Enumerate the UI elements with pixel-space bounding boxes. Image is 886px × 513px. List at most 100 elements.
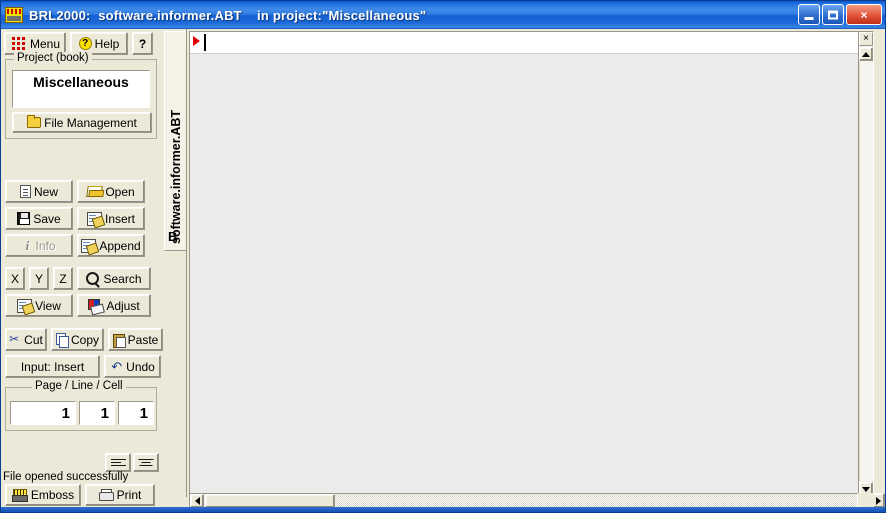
nav-row-view-adjust: View Adjust (5, 294, 151, 317)
document-header-line (190, 32, 871, 54)
cell-field[interactable]: 1 (118, 401, 154, 425)
project-group-box: Project (book) Miscellaneous File Manage… (5, 52, 157, 139)
position-group-legend: Page / Line / Cell (32, 380, 126, 392)
window-title: BRL2000: software.informer.ABT in projec… (29, 7, 427, 23)
document-tab-label: software.informer.ABT (169, 109, 183, 244)
file-row-new-open: New Open (5, 180, 145, 203)
input-mode-button[interactable]: Input: Insert (5, 355, 100, 378)
view-document-icon (17, 298, 33, 313)
document-tab-marker: B (168, 229, 178, 244)
output-row: Emboss Print (5, 484, 155, 506)
paste-button-label: Paste (127, 332, 159, 347)
horizontal-scroll-thumb[interactable] (205, 494, 335, 508)
edit-row-clipboard: ✂ Cut Copy Paste (5, 328, 163, 351)
emboss-button[interactable]: Emboss (5, 484, 81, 506)
adjust-button[interactable]: Adjust (77, 294, 151, 317)
whats-this-button[interactable]: ? (132, 32, 153, 55)
align-left-button[interactable] (105, 453, 131, 472)
append-button-label: Append (99, 238, 141, 253)
question-circle-icon: ? (78, 37, 92, 50)
align-center-button[interactable] (133, 453, 159, 472)
info-button[interactable]: i Info (5, 234, 73, 257)
window-controls: × (798, 4, 882, 25)
document-tab-strip: software.informer.ABT B (163, 29, 187, 497)
file-row-save-insert: Save Insert (5, 207, 145, 230)
y-button[interactable]: Y (29, 267, 49, 290)
arrow-left-icon (194, 497, 200, 505)
undo-button[interactable]: ↶ Undo (104, 355, 161, 378)
position-fields: 1 1 1 (10, 401, 154, 425)
undo-button-label: Undo (126, 359, 155, 374)
adjust-palette-icon (88, 298, 103, 313)
arrow-right-icon (875, 496, 881, 505)
undo-arrow-icon: ↶ (111, 358, 123, 374)
position-group-box: Page / Line / Cell 1 1 1 (5, 380, 157, 431)
maximize-button[interactable] (822, 4, 844, 25)
folder-open-icon (86, 186, 104, 197)
title-bar: BRL2000: software.informer.ABT in projec… (1, 1, 885, 29)
document-area[interactable] (189, 31, 872, 497)
insert-button[interactable]: Insert (77, 207, 145, 230)
vertical-scrollbar[interactable]: × (858, 31, 874, 497)
document-icon (19, 185, 31, 198)
status-message: File opened successfully (3, 471, 129, 483)
copy-button[interactable]: Copy (51, 328, 104, 351)
append-button[interactable]: Append (77, 234, 145, 257)
project-name-field: Miscellaneous (12, 70, 150, 108)
emboss-button-label: Emboss (30, 488, 75, 502)
magnifier-icon (86, 271, 100, 286)
paste-button[interactable]: Paste (108, 328, 163, 351)
document-body[interactable] (190, 54, 871, 496)
copy-button-label: Copy (70, 332, 99, 347)
alignment-toolbar (105, 453, 159, 472)
vertical-scroll-track[interactable] (859, 62, 873, 481)
info-button-label: Info (35, 238, 56, 253)
menu-button-label: Menu (29, 36, 61, 51)
close-document-icon[interactable]: × (859, 32, 873, 46)
view-button[interactable]: View (5, 294, 73, 317)
print-button[interactable]: Print (85, 484, 155, 506)
window-bottom-border (1, 507, 885, 512)
info-italic-icon: i (25, 237, 30, 253)
close-icon: × (860, 7, 868, 22)
left-control-panel: Menu ? Help ? Project (book) Miscellaneo… (1, 29, 163, 512)
open-button[interactable]: Open (77, 180, 145, 203)
nav-row-xyz-search: X Y Z Search (5, 267, 151, 290)
close-button[interactable]: × (846, 4, 882, 25)
new-button-label: New (33, 184, 58, 199)
app-icon (5, 7, 23, 23)
page-field[interactable]: 1 (10, 401, 76, 425)
arrow-up-icon (862, 51, 870, 57)
adjust-button-label: Adjust (106, 298, 140, 313)
help-button-label: Help (94, 36, 120, 51)
align-center-icon (138, 458, 154, 467)
cut-button[interactable]: ✂ Cut (5, 328, 47, 351)
save-button[interactable]: Save (5, 207, 73, 230)
copy-pages-icon (55, 333, 69, 348)
insert-file-icon (86, 211, 102, 226)
line-field[interactable]: 1 (79, 401, 115, 425)
view-button-label: View (35, 298, 61, 313)
application-window: BRL2000: software.informer.ABT in projec… (0, 0, 886, 513)
file-management-button[interactable]: File Management (12, 112, 152, 133)
arrow-down-icon (862, 486, 870, 492)
file-row-info-append: i Info Append (5, 234, 145, 257)
scroll-left-button[interactable] (190, 494, 204, 508)
x-button[interactable]: X (5, 267, 25, 290)
printer-icon (98, 488, 114, 502)
embosser-icon (11, 488, 28, 502)
folder-icon (27, 115, 42, 128)
save-button-label: Save (33, 211, 61, 226)
project-group-legend: Project (book) (14, 52, 92, 64)
align-left-icon (110, 458, 126, 467)
search-button-label: Search (103, 271, 142, 286)
scroll-up-button[interactable] (859, 47, 873, 61)
document-tab[interactable]: software.informer.ABT (164, 31, 186, 251)
z-button[interactable]: Z (53, 267, 73, 290)
clipboard-icon (112, 333, 126, 348)
edit-row-input-undo: Input: Insert ↶ Undo (5, 355, 161, 378)
append-file-icon (81, 238, 97, 253)
new-button[interactable]: New (5, 180, 73, 203)
minimize-button[interactable] (798, 4, 820, 25)
search-button[interactable]: Search (77, 267, 151, 290)
